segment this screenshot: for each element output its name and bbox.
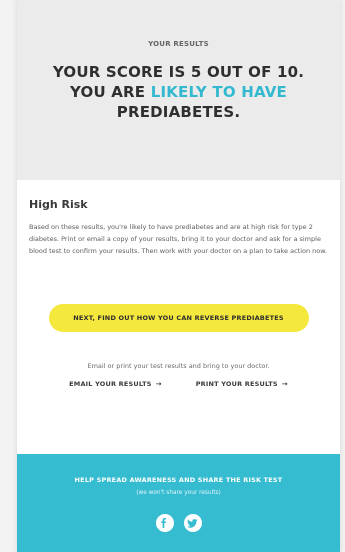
results-card: YOUR RESULTS YOUR SCORE IS 5 OUT OF 10. … xyxy=(17,0,340,552)
share-title: HELP SPREAD AWARENESS AND SHARE THE RISK… xyxy=(74,476,283,484)
email-results-label: EMAIL YOUR RESULTS xyxy=(69,380,152,388)
email-results-link[interactable]: EMAIL YOUR RESULTS → xyxy=(69,380,162,388)
title-line-2: YOU ARE LIKELY TO HAVE xyxy=(17,82,340,102)
risk-section: High Risk Based on these results, you're… xyxy=(17,198,340,257)
page: YOUR RESULTS YOUR SCORE IS 5 OUT OF 10. … xyxy=(0,0,345,552)
title-line-2-accent: LIKELY TO HAVE xyxy=(150,83,288,101)
title-line-2-prefix: YOU ARE xyxy=(69,83,151,101)
share-subtitle: (we won't share your results) xyxy=(136,490,221,496)
result-actions: EMAIL YOUR RESULTS → PRINT YOUR RESULTS → xyxy=(17,380,340,388)
print-results-label: PRINT YOUR RESULTS xyxy=(195,380,278,388)
risk-title: High Risk xyxy=(29,198,88,211)
share-buttons xyxy=(17,514,340,532)
share-section: HELP SPREAD AWARENESS AND SHARE THE RISK… xyxy=(17,454,340,552)
print-arrow-icon: → xyxy=(281,380,288,388)
results-note: Email or print your test results and bri… xyxy=(87,362,270,370)
print-results-link[interactable]: PRINT YOUR RESULTS → xyxy=(196,380,288,388)
reverse-prediabetes-button[interactable]: NEXT, FIND OUT HOW YOU CAN REVERSE PREDI… xyxy=(48,304,309,332)
results-hero: YOUR RESULTS YOUR SCORE IS 5 OUT OF 10. … xyxy=(17,0,340,180)
title-line-1: YOUR SCORE IS 5 OUT OF 10. xyxy=(52,63,305,81)
twitter-icon[interactable] xyxy=(183,514,202,532)
next-steps-section: NEXT, FIND OUT HOW YOU CAN REVERSE PREDI… xyxy=(17,304,340,388)
risk-description: Based on these results, you're likely to… xyxy=(29,223,328,255)
email-arrow-icon: → xyxy=(155,380,162,388)
title-line-3: PREDIABETES. xyxy=(116,103,241,121)
facebook-icon[interactable] xyxy=(155,514,174,532)
results-kicker: YOUR RESULTS xyxy=(148,40,209,48)
results-title: YOUR SCORE IS 5 OUT OF 10. YOU ARE LIKEL… xyxy=(17,62,340,122)
